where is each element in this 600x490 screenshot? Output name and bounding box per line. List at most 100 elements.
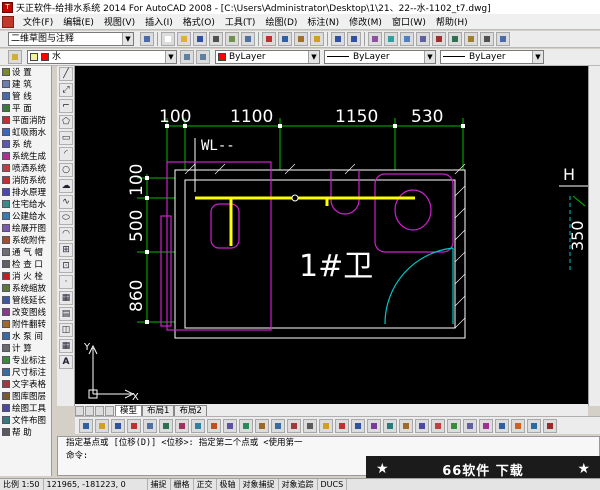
linetype-select[interactable]: ByLayer ▼ — [324, 50, 436, 64]
gradient-icon[interactable]: ▤ — [59, 307, 73, 321]
redo-icon[interactable] — [347, 32, 361, 46]
side-menu-item[interactable]: 图库图层 — [0, 390, 51, 402]
ellipse-arc-icon[interactable]: ◠ — [59, 227, 73, 241]
dim-linear-icon[interactable] — [383, 418, 397, 433]
hatch-icon[interactable]: ▦ — [59, 291, 73, 305]
make-current-layer-icon[interactable] — [180, 50, 194, 64]
erase-icon[interactable] — [127, 418, 141, 433]
side-menu-item[interactable]: 通 气 帽 — [0, 246, 51, 258]
insert-block-icon[interactable]: ⊞ — [59, 243, 73, 257]
print-preview-icon[interactable] — [225, 32, 239, 46]
pan-icon[interactable] — [368, 32, 382, 46]
spline-icon[interactable]: ∿ — [59, 195, 73, 209]
move-icon[interactable] — [207, 418, 221, 433]
open-icon[interactable] — [95, 418, 109, 433]
layer-manager-icon[interactable] — [8, 50, 22, 64]
grid-toggle[interactable]: 栅格 — [171, 479, 194, 490]
side-menu-item[interactable]: 专业标注 — [0, 354, 51, 366]
design-center-icon[interactable] — [448, 32, 462, 46]
polyline-icon[interactable]: ⌐ — [59, 99, 73, 113]
dim-aligned-icon[interactable] — [399, 418, 413, 433]
side-menu-item[interactable]: 绘图工具 — [0, 402, 51, 414]
copy-object-icon[interactable] — [143, 418, 157, 433]
snap-toggle[interactable]: 捕捉 — [148, 479, 171, 490]
side-menu-item[interactable]: 消防系统 — [0, 174, 51, 186]
chevron-down-icon[interactable]: ▼ — [424, 51, 435, 63]
array-icon[interactable] — [191, 418, 205, 433]
scale-display[interactable]: 比例 1:50 — [0, 479, 44, 490]
side-menu-item[interactable]: 文件布图 — [0, 414, 51, 426]
side-menu-item[interactable]: 喷洒系统 — [0, 162, 51, 174]
region-icon[interactable]: ◫ — [59, 323, 73, 337]
open-file-icon[interactable] — [177, 32, 191, 46]
tab-next-icon[interactable] — [95, 406, 104, 416]
side-menu-item[interactable]: 消 火 栓 — [0, 270, 51, 282]
menu-format[interactable]: 格式(O) — [178, 15, 220, 28]
line-icon[interactable]: ╱ — [59, 67, 73, 81]
app-logo-icon[interactable] — [2, 15, 14, 28]
new-icon[interactable] — [79, 418, 93, 433]
side-menu-item[interactable]: 虹吸雨水 — [0, 126, 51, 138]
menu-modify[interactable]: 修改(M) — [344, 15, 387, 28]
menu-help[interactable]: 帮助(H) — [431, 15, 473, 28]
explode-icon[interactable] — [367, 418, 381, 433]
ellipse-icon[interactable]: ⬭ — [59, 211, 73, 225]
center-mark-icon[interactable] — [527, 418, 541, 433]
trim-icon[interactable] — [271, 418, 285, 433]
chevron-down-icon[interactable]: ▼ — [308, 51, 319, 63]
layer-select[interactable]: 水 ▼ — [27, 50, 177, 64]
side-menu-item[interactable]: 排水原理 — [0, 186, 51, 198]
circle-icon[interactable]: ○ — [59, 163, 73, 177]
match-properties-icon[interactable] — [310, 32, 324, 46]
side-menu-item[interactable]: 改变图线 — [0, 306, 51, 318]
tab-first-icon[interactable] — [75, 406, 84, 416]
rectangle-icon[interactable]: ▭ — [59, 131, 73, 145]
break-icon[interactable] — [303, 418, 317, 433]
scale-icon[interactable] — [239, 418, 253, 433]
side-menu-item[interactable]: 平面消防 — [0, 114, 51, 126]
join-icon[interactable] — [319, 418, 333, 433]
side-menu-item[interactable]: 建 筑 — [0, 78, 51, 90]
zoom-previous-icon[interactable] — [416, 32, 430, 46]
chamfer-icon[interactable] — [335, 418, 349, 433]
ducs-toggle[interactable]: DUCS — [318, 479, 348, 490]
side-menu-item[interactable]: 设 置 — [0, 66, 51, 78]
make-block-icon[interactable]: ⊡ — [59, 259, 73, 273]
workspace-select[interactable]: 二维草图与注释 ▼ — [8, 32, 134, 46]
dim-edit-icon[interactable] — [543, 418, 557, 433]
lineweight-select[interactable]: ByLayer ▼ — [440, 50, 544, 64]
arc-icon[interactable]: ◜ — [59, 147, 73, 161]
drawing-canvas[interactable]: 100 1100 1150 530 100 500 860 WL-- 1#卫 H… — [75, 66, 588, 404]
mtext-icon[interactable]: A — [59, 355, 73, 369]
extend-icon[interactable] — [287, 418, 301, 433]
tab-model[interactable]: 模型 — [115, 405, 143, 416]
fillet-icon[interactable] — [351, 418, 365, 433]
osnap-toggle[interactable]: 对象捕捉 — [240, 479, 279, 490]
offset-icon[interactable] — [175, 418, 189, 433]
new-file-icon[interactable] — [161, 32, 175, 46]
calculator-icon[interactable] — [480, 32, 494, 46]
chevron-down-icon[interactable]: ▼ — [532, 51, 543, 63]
side-menu-item[interactable]: 尺寸标注 — [0, 366, 51, 378]
tab-prev-icon[interactable] — [85, 406, 94, 416]
qdim-icon[interactable] — [447, 418, 461, 433]
menu-view[interactable]: 视图(V) — [99, 15, 140, 28]
side-menu-item[interactable]: 系 统 — [0, 138, 51, 150]
polar-toggle[interactable]: 极轴 — [217, 479, 240, 490]
side-menu-item[interactable]: 住宅给水 — [0, 198, 51, 210]
side-menu-item[interactable]: 管 线 — [0, 90, 51, 102]
menu-tools[interactable]: 工具(T) — [220, 15, 261, 28]
stretch-icon[interactable] — [255, 418, 269, 433]
publish-icon[interactable] — [241, 32, 255, 46]
side-menu-item[interactable]: 计 算 — [0, 342, 51, 354]
revision-cloud-icon[interactable]: ☁ — [59, 179, 73, 193]
side-menu-item[interactable]: 管线延长 — [0, 294, 51, 306]
print-icon[interactable] — [209, 32, 223, 46]
tab-layout1[interactable]: 布局1 — [142, 405, 175, 416]
otrack-toggle[interactable]: 对象追踪 — [279, 479, 318, 490]
undo-icon[interactable] — [331, 32, 345, 46]
table-icon[interactable]: ▦ — [59, 339, 73, 353]
chevron-down-icon[interactable]: ▼ — [165, 51, 176, 63]
paste-icon[interactable] — [294, 32, 308, 46]
layer-previous-icon[interactable] — [196, 50, 210, 64]
